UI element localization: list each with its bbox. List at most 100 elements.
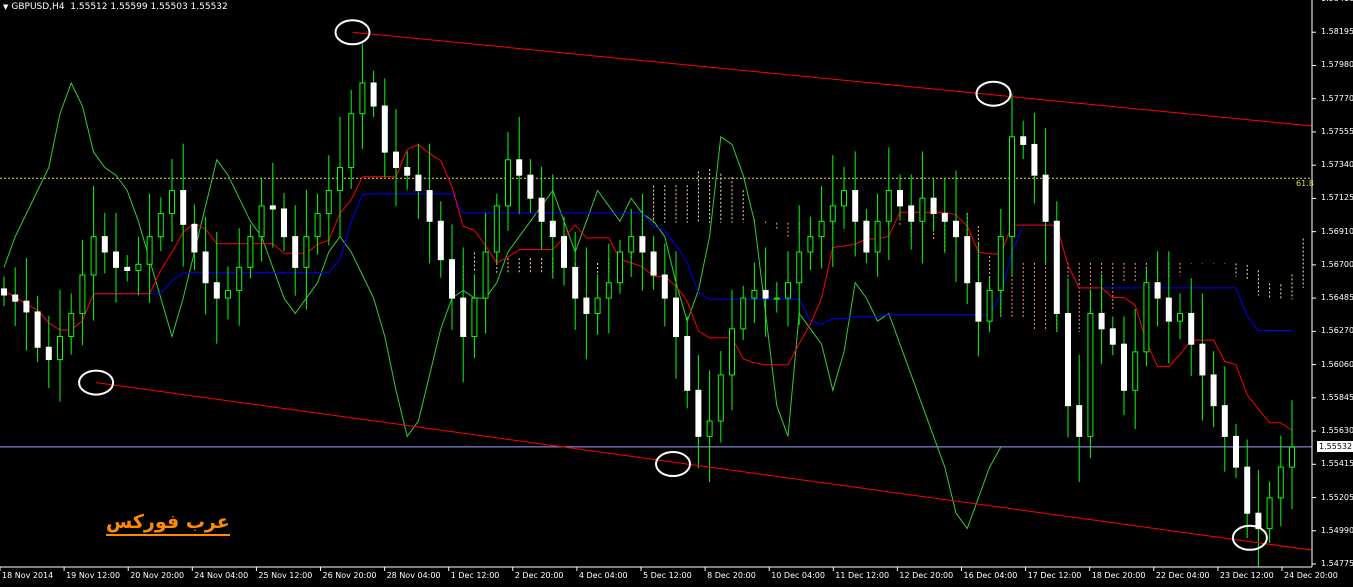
candle-body	[1053, 220, 1060, 314]
candle-body	[964, 236, 971, 284]
candle-body	[180, 190, 187, 225]
candle-body	[1042, 174, 1049, 222]
time-tick-label: 24 Nov 04:00	[194, 571, 249, 580]
candle-body	[303, 236, 310, 268]
candle-body	[281, 208, 287, 238]
candle-body	[426, 190, 433, 222]
candle-body	[1109, 328, 1116, 345]
price-tick-label: 1.55630	[1321, 426, 1353, 436]
candle-body	[325, 190, 332, 215]
candle-body	[135, 263, 142, 271]
watermark-logo: عرب فوركس	[106, 510, 230, 536]
candle-body	[437, 220, 444, 261]
ohlc-values: 1.55512 1.55599 1.55503 1.55532	[70, 2, 228, 12]
candle-body	[941, 213, 948, 222]
candle-body	[975, 282, 982, 322]
candle-body	[23, 300, 30, 313]
candle-body	[314, 213, 321, 238]
candle-body	[953, 220, 959, 238]
candle-body	[449, 259, 455, 299]
price-tick-label: 1.56060	[1321, 359, 1353, 369]
candle-body	[863, 220, 870, 253]
candle-body	[1031, 143, 1038, 176]
candle-body	[225, 289, 231, 299]
candle-body	[381, 105, 388, 153]
candle-body	[1277, 466, 1284, 499]
candle-body	[258, 205, 265, 238]
candle-body	[191, 223, 198, 253]
candle-body	[337, 166, 343, 192]
candle-body	[897, 190, 903, 207]
candle-body	[68, 312, 75, 338]
time-tick-label: 11 Dec 12:00	[835, 571, 890, 580]
candle-body	[583, 297, 590, 314]
candle-body	[79, 274, 86, 314]
time-tick-label: 18 Nov 2014	[2, 571, 54, 580]
candle-body	[471, 297, 478, 338]
time-tick-label: 4 Dec 04:00	[578, 571, 628, 580]
candle-body	[493, 205, 500, 253]
price-chart[interactable]	[0, 0, 1353, 587]
time-tick-label: 22 Dec 04:00	[1155, 571, 1210, 580]
candle-body	[146, 236, 153, 265]
candle-body	[202, 251, 209, 284]
price-tick-label: 1.55415	[1321, 459, 1353, 469]
candle-body	[393, 151, 399, 168]
candle-body	[1132, 351, 1139, 391]
candle-body	[986, 289, 993, 322]
upper-channel-line	[352, 31, 1313, 127]
candle-body	[516, 159, 523, 176]
kijun-sen-line	[3, 193, 1292, 331]
price-tick-label: 1.57770	[1321, 93, 1353, 103]
time-tick-label: 5 Dec 12:00	[643, 571, 692, 580]
candle-body	[113, 251, 119, 268]
candle-body	[617, 251, 623, 284]
candle-body	[919, 197, 926, 222]
candle-body	[213, 282, 220, 299]
chart-window[interactable]: ▼ GBPUSD,H4 1.55512 1.55599 1.55503 1.555…	[0, 0, 1353, 587]
candle-body	[1210, 374, 1217, 407]
price-tick-label: 1.58410	[1321, 0, 1353, 3]
price-tick-label: 1.57340	[1321, 160, 1353, 170]
candle-body	[729, 328, 735, 376]
fib-level-label: 61.8	[1296, 179, 1314, 188]
candle-body	[661, 274, 668, 299]
candle-body	[482, 251, 489, 299]
candle-body	[639, 236, 646, 253]
candle-body	[1098, 312, 1105, 330]
chart-header: ▼ GBPUSD,H4 1.55512 1.55599 1.55503 1.555…	[3, 2, 228, 12]
time-tick-label: 23 Dec 12:00	[1219, 571, 1274, 580]
time-tick-label: 28 Nov 04:00	[386, 571, 441, 580]
candle-body	[247, 236, 254, 268]
candle-body	[650, 251, 657, 276]
price-tick-label: 1.58195	[1321, 27, 1353, 37]
candle-body	[930, 197, 937, 215]
time-tick-label: 16 Dec 04:00	[963, 571, 1018, 580]
candle-body	[1154, 282, 1161, 299]
candle-body	[348, 113, 355, 168]
candle-body	[1244, 466, 1251, 514]
dropdown-triangle-icon[interactable]: ▼	[3, 3, 8, 11]
price-tick-label: 1.54775	[1321, 559, 1353, 568]
candle-body	[169, 190, 175, 215]
price-tick-label: 1.56910	[1321, 226, 1353, 236]
candle-body	[841, 190, 847, 207]
candle-body	[773, 297, 780, 300]
price-tick-label: 1.56700	[1321, 259, 1353, 269]
price-tick-label: 1.57555	[1321, 126, 1353, 136]
tenkan-sen-line	[3, 144, 1293, 431]
candle-body	[605, 282, 612, 299]
candle-body	[415, 174, 422, 192]
candle-body	[1143, 282, 1150, 353]
candle-body	[1199, 343, 1206, 376]
price-tick-label: 1.56270	[1321, 326, 1353, 336]
time-tick-label: 1 Dec 12:00	[450, 571, 500, 580]
candle-body	[751, 289, 758, 299]
price-tick-label: 1.55205	[1321, 492, 1353, 502]
candle-body	[157, 213, 164, 238]
candle-body	[359, 82, 366, 115]
candle-body	[717, 374, 724, 422]
time-tick-label: 18 Dec 20:00	[1091, 571, 1146, 580]
time-tick-label: 8 Dec 20:00	[707, 571, 756, 580]
candle-body	[740, 297, 747, 330]
